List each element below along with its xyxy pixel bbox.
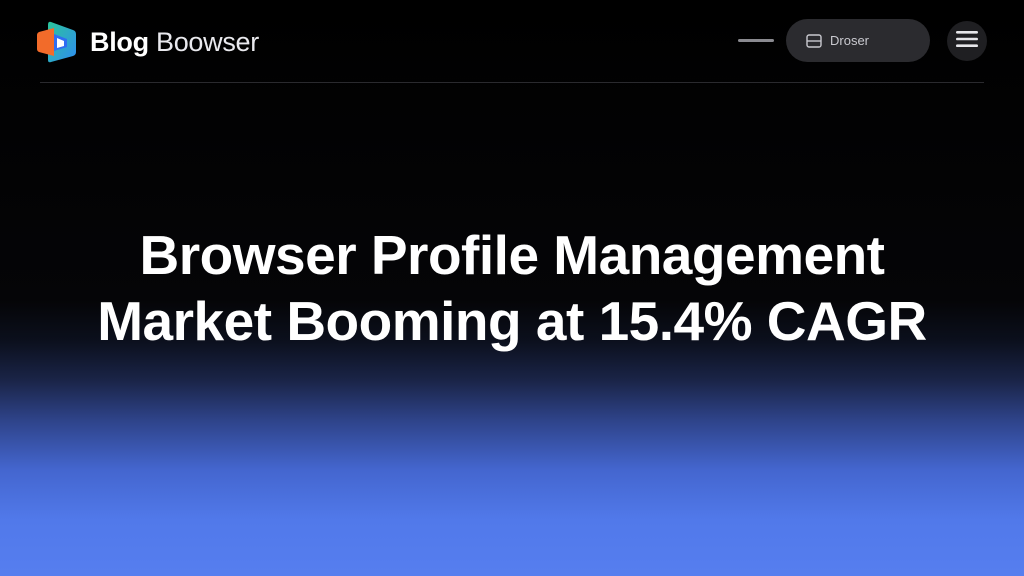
hamburger-menu-icon bbox=[956, 30, 978, 53]
droser-pill-button[interactable]: Droser bbox=[786, 19, 930, 62]
browser-logo-icon[interactable] bbox=[37, 20, 77, 64]
top-navigation-bar: Blog Boowser Droser bbox=[0, 0, 1024, 84]
header-divider bbox=[40, 82, 984, 83]
window-icon bbox=[806, 33, 822, 48]
pill-label: Droser bbox=[830, 33, 870, 48]
hamburger-menu-button[interactable] bbox=[947, 21, 987, 61]
headline-line-1: Browser Profile Management bbox=[139, 224, 885, 286]
hero-headline: Browser Profile Management Market Boomin… bbox=[0, 222, 1024, 354]
brand-primary: Blog bbox=[90, 27, 149, 57]
brand-name[interactable]: Blog Boowser bbox=[90, 26, 259, 58]
brand-secondary: Boowser bbox=[156, 27, 259, 57]
nav-dash-divider bbox=[738, 39, 774, 42]
page: Blog Boowser Droser Browser Profile Mana… bbox=[0, 0, 1024, 576]
headline-line-2: Market Booming at 15.4% CAGR bbox=[97, 290, 927, 352]
